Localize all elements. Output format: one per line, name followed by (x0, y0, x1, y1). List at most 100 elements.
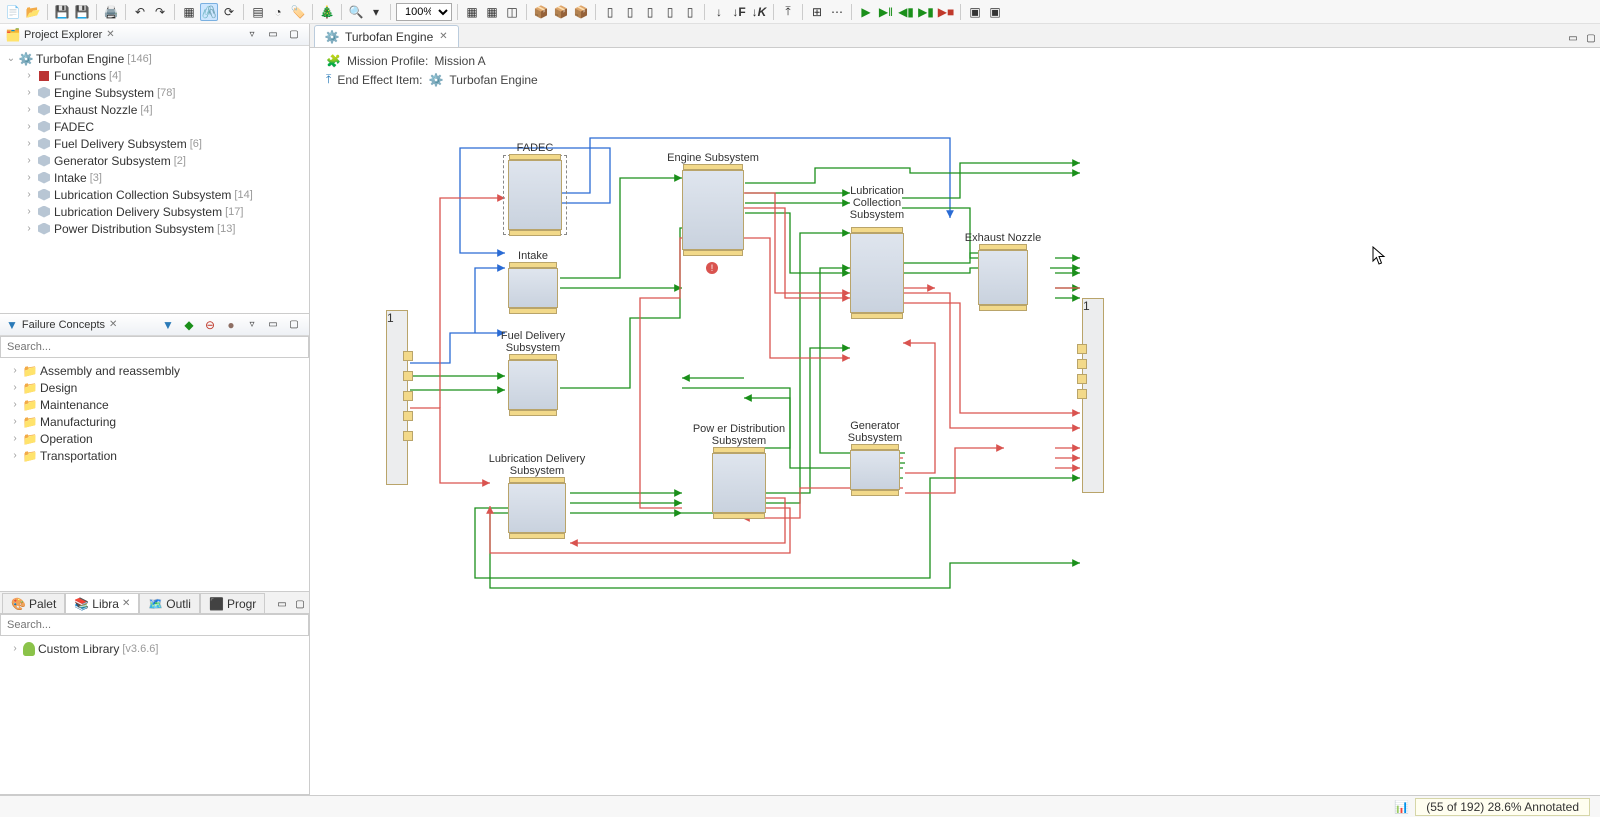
align4-icon[interactable]: ▯ (661, 3, 679, 21)
refresh-icon[interactable]: ⟳ (220, 3, 238, 21)
tree-item[interactable]: ›📁Operation (2, 430, 307, 447)
redo-icon[interactable]: ↷ (151, 3, 169, 21)
minimize-icon[interactable]: ▭ (273, 595, 291, 613)
hierarchy-icon[interactable]: ▦ (180, 3, 198, 21)
window1-icon[interactable]: ▣ (966, 3, 984, 21)
up-icon[interactable]: ⤒ (779, 3, 797, 21)
tree-item[interactable]: ›Lubrication Collection Subsystem [14] (2, 186, 307, 203)
add-icon[interactable]: ◆ (180, 316, 198, 334)
step-fwd-icon[interactable]: ▶▮ (917, 3, 935, 21)
sort1-icon[interactable]: ↓F (730, 3, 748, 21)
pie-icon[interactable]: ◔ (269, 3, 287, 21)
editor-tab[interactable]: ⚙️ Turbofan Engine ✕ (314, 25, 459, 47)
dots-icon[interactable]: ⋯ (828, 3, 846, 21)
list-icon[interactable]: ▤ (249, 3, 267, 21)
arrow-down-icon[interactable]: ↓ (710, 3, 728, 21)
maximize-icon[interactable]: ▢ (291, 595, 309, 613)
minimize-icon[interactable]: ▭ (264, 26, 282, 44)
tree-item[interactable]: ›Exhaust Nozzle [4] (2, 101, 307, 118)
editor-canvas[interactable]: 🧩 Mission Profile: Mission A ⤒ End Effec… (310, 48, 1600, 795)
undo-icon[interactable]: ↶ (131, 3, 149, 21)
print-icon[interactable]: 🖨️ (102, 3, 120, 21)
step-back-icon[interactable]: ◀▮ (897, 3, 915, 21)
block-engine[interactable]: Engine Subsystem ! (682, 170, 744, 250)
tree-item[interactable]: ›📁Transportation (2, 447, 307, 464)
failure-tree[interactable]: ›📁Assembly and reassembly›📁Design›📁Maint… (0, 358, 309, 591)
new-icon[interactable]: 📄 (4, 3, 22, 21)
tree-root[interactable]: ⌄ ⚙️ Turbofan Engine [146] (2, 50, 307, 67)
tree-icon[interactable]: 🎄 (318, 3, 336, 21)
tree-item[interactable]: ›📁Manufacturing (2, 413, 307, 430)
tree-item[interactable]: ›📁Maintenance (2, 396, 307, 413)
tree-item[interactable]: ›FADEC (2, 118, 307, 135)
sort2-icon[interactable]: ↓K (750, 3, 768, 21)
play-pause-icon[interactable]: ▶‖ (877, 3, 895, 21)
zoom-select[interactable]: 100% (396, 3, 452, 21)
bottom-tab[interactable]: 🗺️Outli (139, 593, 200, 613)
box3-icon[interactable]: 📦 (572, 3, 590, 21)
minimize-icon[interactable]: ▭ (264, 316, 282, 334)
maximize-icon[interactable]: ▢ (1582, 29, 1600, 47)
align1-icon[interactable]: ▯ (601, 3, 619, 21)
view-menu-icon[interactable]: ▿ (243, 316, 261, 334)
block-lub-collection[interactable]: Lubrication Collection Subsystem (850, 233, 904, 313)
dot-icon[interactable]: ● (222, 316, 240, 334)
save-all-icon[interactable]: 💾 (73, 3, 91, 21)
output-port-bar[interactable]: 1 (1082, 298, 1104, 493)
bottom-tab[interactable]: 📚Libra✕ (65, 593, 139, 613)
tree-item[interactable]: ›Power Distribution Subsystem [13] (2, 220, 307, 237)
tag-icon[interactable]: 🏷️ (289, 3, 307, 21)
align3-icon[interactable]: ▯ (641, 3, 659, 21)
tree-item[interactable]: ›Engine Subsystem [78] (2, 84, 307, 101)
snap-icon[interactable]: ◫ (503, 3, 521, 21)
window2-icon[interactable]: ▣ (986, 3, 1004, 21)
maximize-icon[interactable]: ▢ (285, 316, 303, 334)
open-icon[interactable]: 📂 (24, 3, 42, 21)
tree-item[interactable]: ›Functions [4] (2, 67, 307, 84)
tree-item[interactable]: ›Lubrication Delivery Subsystem [17] (2, 203, 307, 220)
grid-toggle-icon[interactable]: ▦ (463, 3, 481, 21)
zoom-tool-icon[interactable]: 🔍 (347, 3, 365, 21)
block-fadec[interactable]: FADEC (508, 160, 562, 230)
tree-item-label: Functions (54, 69, 106, 83)
minimize-icon[interactable]: ▭ (1564, 29, 1582, 47)
save-icon[interactable]: 💾 (53, 3, 71, 21)
diagram-icon[interactable]: ⊞ (808, 3, 826, 21)
library-search-input[interactable] (0, 614, 309, 636)
close-icon[interactable]: ✕ (106, 29, 114, 40)
filter-toggle-icon[interactable]: ▼ (159, 316, 177, 334)
failure-search-input[interactable] (0, 336, 309, 358)
close-icon[interactable]: ✕ (439, 31, 447, 42)
box2-icon[interactable]: 📦 (552, 3, 570, 21)
block-power[interactable]: Pow er Distribution Subsystem (712, 453, 766, 513)
maximize-icon[interactable]: ▢ (285, 26, 303, 44)
link-icon[interactable]: 🖇️ (200, 3, 218, 21)
dropdown-icon[interactable]: ▾ (367, 3, 385, 21)
tree-item[interactable]: ›📁Design (2, 379, 307, 396)
bottom-tab[interactable]: ⬛Progr (200, 593, 265, 613)
tree-item[interactable]: ›Fuel Delivery Subsystem [6] (2, 135, 307, 152)
tree-item[interactable]: › Custom Library [v3.6.6] (2, 640, 307, 657)
stop-icon[interactable]: ▶■ (937, 3, 955, 21)
block-generator[interactable]: Generator Subsystem (850, 450, 900, 490)
bottom-tab[interactable]: 🎨Palet (2, 593, 65, 613)
play-icon[interactable]: ▶ (857, 3, 875, 21)
project-tree[interactable]: ⌄ ⚙️ Turbofan Engine [146] ›Functions [4… (0, 46, 309, 313)
remove-icon[interactable]: ⊖ (201, 316, 219, 334)
align2-icon[interactable]: ▯ (621, 3, 639, 21)
library-tree[interactable]: › Custom Library [v3.6.6] (0, 636, 309, 794)
tree-item[interactable]: ›📁Assembly and reassembly (2, 362, 307, 379)
block-intake[interactable]: Intake (508, 268, 558, 308)
view-menu-icon[interactable]: ▿ (243, 26, 261, 44)
close-icon[interactable]: ✕ (122, 598, 130, 609)
grid-icon[interactable]: ▦ (483, 3, 501, 21)
box1-icon[interactable]: 📦 (532, 3, 550, 21)
input-port-bar[interactable]: 1 (386, 310, 408, 485)
tree-item[interactable]: ›Intake [3] (2, 169, 307, 186)
block-exhaust[interactable]: Exhaust Nozzle (978, 250, 1028, 305)
block-lub-delivery[interactable]: Lubrication Delivery Subsystem (508, 483, 566, 533)
align5-icon[interactable]: ▯ (681, 3, 699, 21)
close-icon[interactable]: ✕ (109, 319, 117, 330)
block-fuel[interactable]: Fuel Delivery Subsystem (508, 360, 558, 410)
tree-item[interactable]: ›Generator Subsystem [2] (2, 152, 307, 169)
